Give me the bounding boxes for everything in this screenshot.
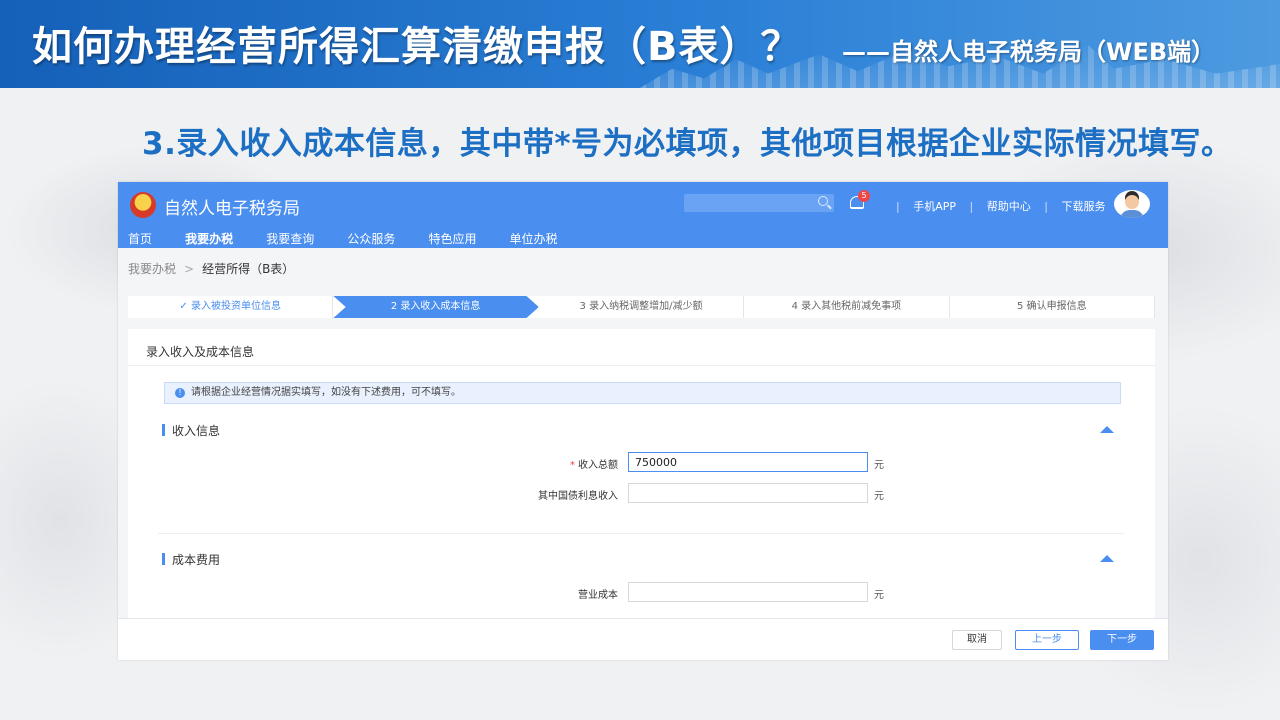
header-links: | 手机APP | 帮助中心 | 下载服务 [896, 200, 1106, 213]
section-cost-title: 成本费用 [162, 551, 220, 568]
notice-text: 请根据企业经营情况据实填写，如没有下述费用，可不填写。 [191, 387, 461, 398]
nav-query[interactable]: 我要查询 [266, 230, 314, 247]
app-header: 自然人电子税务局 5 | 手机APP | 帮助中心 | 下载服务 首页 我要办税… [118, 182, 1168, 248]
step-4[interactable]: 4 录入其他税前减免事项 [744, 296, 950, 318]
notice-banner: ! 请根据企业经营情况据实填写，如没有下述费用，可不填写。 [164, 382, 1121, 404]
bond-interest-input[interactable] [628, 483, 868, 503]
nav-home[interactable]: 首页 [128, 230, 152, 247]
slide-title: 如何办理经营所得汇算清缴申报（B表）？ [32, 24, 802, 70]
step-3[interactable]: 3 录入纳税调整增加/减少额 [539, 296, 745, 318]
collapse-up-icon[interactable] [1100, 426, 1114, 433]
wizard-steps: ✓ 录入被投资单位信息 2 录入收入成本信息 3 录入纳税调整增加/减少额 4 … [128, 296, 1156, 318]
total-income-label: * 收入总额 [570, 460, 618, 471]
next-step-button[interactable]: 下一步 [1090, 630, 1154, 650]
unit-label: 元 [874, 460, 884, 471]
footer-action-bar: 取消 上一步 下一步 [118, 618, 1168, 660]
tax-emblem-icon [130, 192, 156, 218]
previous-step-button[interactable]: 上一步 [1015, 630, 1079, 650]
link-mobile-app[interactable]: 手机APP [913, 200, 956, 213]
breadcrumb: 我要办税 > 经营所得（B表） [128, 262, 295, 276]
bond-interest-label: 其中国债利息收入 [538, 491, 618, 502]
nav-public-service[interactable]: 公众服务 [347, 230, 395, 247]
step-1[interactable]: ✓ 录入被投资单位信息 [128, 296, 334, 318]
nav-tax-handling[interactable]: 我要办税 [185, 230, 233, 247]
step-heading: 3.录入收入成本信息，其中带*号为必填项，其他项目根据企业实际情况填写。 [142, 126, 1233, 162]
total-income-input[interactable] [628, 452, 868, 472]
search-icon[interactable] [818, 196, 828, 206]
collapse-up-icon[interactable] [1100, 555, 1114, 562]
step-5[interactable]: 5 确认申报信息 [950, 296, 1156, 318]
section-income-title: 收入信息 [162, 422, 220, 439]
operating-cost-input[interactable] [628, 582, 868, 602]
step-2[interactable]: 2 录入收入成本信息 [333, 296, 539, 318]
nav-featured-apps[interactable]: 特色应用 [428, 230, 476, 247]
search-input[interactable] [684, 194, 834, 212]
section-divider [158, 533, 1124, 534]
unit-label: 元 [874, 590, 884, 601]
main-nav: 首页 我要办税 我要查询 公众服务 特色应用 单位办税 [118, 228, 576, 248]
breadcrumb-parent[interactable]: 我要办税 [128, 262, 176, 276]
notification-badge: 5 [858, 190, 870, 202]
income-cost-card: 录入收入及成本信息 ! 请根据企业经营情况据实填写，如没有下述费用，可不填写。 … [128, 329, 1155, 619]
divider [128, 365, 1155, 366]
app-logo-text[interactable]: 自然人电子税务局 [164, 194, 300, 219]
slide-subtitle: ——自然人电子税务局（WEB端） [842, 38, 1216, 66]
link-help-center[interactable]: 帮助中心 [987, 200, 1031, 213]
tax-web-app-screenshot: 自然人电子税务局 5 | 手机APP | 帮助中心 | 下载服务 首页 我要办税… [118, 182, 1168, 660]
nav-unit-tax[interactable]: 单位办税 [510, 230, 558, 247]
card-title: 录入收入及成本信息 [146, 345, 255, 359]
operating-cost-label: 营业成本 [578, 590, 618, 601]
slide-banner: 如何办理经营所得汇算清缴申报（B表）？ ——自然人电子税务局（WEB端） [0, 0, 1280, 88]
cancel-button[interactable]: 取消 [952, 630, 1002, 650]
unit-label: 元 [874, 491, 884, 502]
breadcrumb-current: 经营所得（B表） [202, 262, 295, 276]
avatar[interactable] [1114, 190, 1150, 218]
info-icon: ! [175, 388, 185, 398]
link-download-service[interactable]: 下载服务 [1061, 200, 1105, 213]
